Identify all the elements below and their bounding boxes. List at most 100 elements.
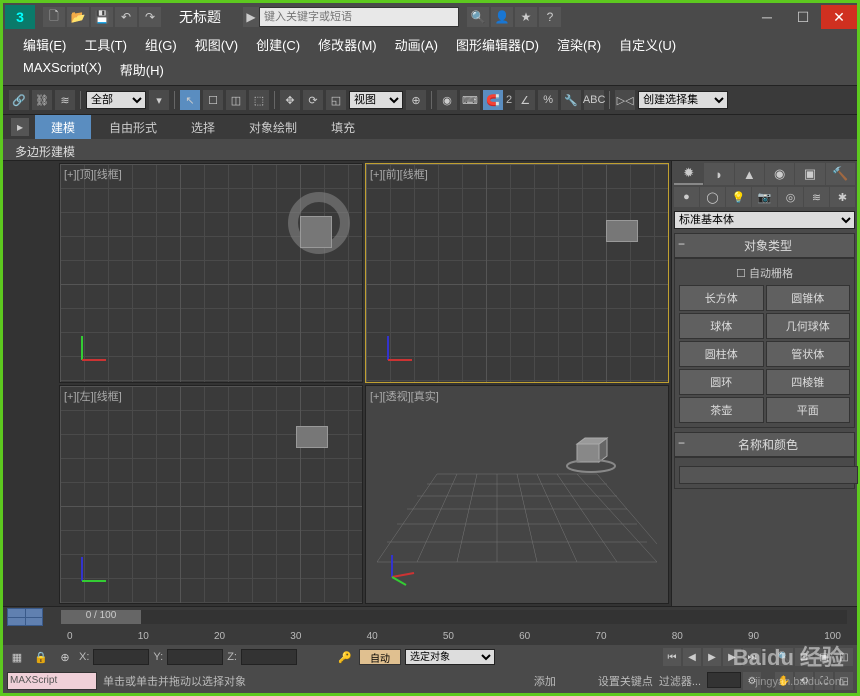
key-filters-button[interactable]: 过滤器... [659, 673, 701, 689]
obj-sphere-button[interactable]: 球体 [679, 313, 764, 339]
menu-grapheditors[interactable]: 图形编辑器(D) [456, 35, 539, 54]
orbit-icon[interactable]: ⟲ [795, 672, 813, 690]
app-icon[interactable]: 3 [5, 5, 35, 29]
open-file-icon[interactable]: 📂 [67, 7, 89, 27]
set-keypoint-button[interactable]: 设置关键点 [598, 673, 653, 689]
zoom-all-icon[interactable]: ⊡ [795, 648, 813, 666]
tab-selection[interactable]: 选择 [175, 115, 231, 140]
category-select[interactable]: 标准基本体 [674, 211, 855, 229]
modify-tab-icon[interactable]: ◗ [704, 163, 733, 185]
cameras-icon[interactable]: 📷 [752, 187, 777, 207]
bind-icon[interactable]: ≋ [55, 90, 75, 110]
lock-icon[interactable]: 🔒 [31, 647, 51, 667]
isolate-icon[interactable]: ▦ [7, 647, 27, 667]
snap-axis-icon[interactable]: ⊕ [55, 647, 75, 667]
tab-freeform[interactable]: 自由形式 [93, 115, 173, 140]
keyboard-icon[interactable]: ⌨ [460, 90, 480, 110]
menu-help[interactable]: 帮助(H) [120, 60, 164, 79]
tab-populate[interactable]: 填充 [315, 115, 371, 140]
spacewarps-icon[interactable]: ≋ [804, 187, 829, 207]
create-tab-icon[interactable]: ✹ [674, 163, 703, 185]
obj-box-button[interactable]: 长方体 [679, 285, 764, 311]
edit-named-icon[interactable]: ABC [584, 90, 604, 110]
obj-tube-button[interactable]: 管状体 [766, 341, 851, 367]
pan-icon[interactable]: ✋ [775, 672, 793, 690]
viewport-perspective[interactable]: [+][透视][真实] [365, 385, 669, 605]
snap-toggle-icon[interactable]: 🧲 [483, 90, 503, 110]
min-max-icon[interactable]: ◲ [835, 672, 853, 690]
menu-edit[interactable]: 编辑(E) [23, 35, 66, 54]
systems-icon[interactable]: ✱ [830, 187, 855, 207]
maximize-button[interactable]: ☐ [785, 5, 821, 29]
obj-cone-button[interactable]: 圆锥体 [766, 285, 851, 311]
shapes-icon[interactable]: ◯ [700, 187, 725, 207]
pivot-icon[interactable]: ⊕ [406, 90, 426, 110]
select-object-icon[interactable]: ↖ [180, 90, 200, 110]
undo-icon[interactable]: ↶ [115, 7, 137, 27]
search-input[interactable] [259, 7, 459, 27]
menu-rendering[interactable]: 渲染(R) [557, 35, 601, 54]
login-icon[interactable]: 👤 [491, 7, 513, 27]
percent-snap-icon[interactable]: % [538, 90, 558, 110]
goto-end-icon[interactable]: ⏭ [743, 648, 761, 666]
rollout-name-color[interactable]: −名称和颜色 [674, 432, 855, 457]
menu-view[interactable]: 视图(V) [195, 35, 238, 54]
obj-torus-button[interactable]: 圆环 [679, 369, 764, 395]
display-tab-icon[interactable]: ▣ [795, 163, 824, 185]
menu-group[interactable]: 组(G) [145, 35, 177, 54]
favorites-icon[interactable]: ★ [515, 7, 537, 27]
menu-modifiers[interactable]: 修改器(M) [318, 35, 377, 54]
add-timetag[interactable]: 添加 [534, 673, 556, 689]
viewport-top[interactable]: [+][顶][线框] [59, 163, 363, 383]
zoom-icon[interactable]: 🔍 [775, 648, 793, 666]
obj-cylinder-button[interactable]: 圆柱体 [679, 341, 764, 367]
fov-icon[interactable]: ◫ [835, 648, 853, 666]
time-config-icon[interactable]: ⚙ [743, 672, 761, 690]
select-name-icon[interactable]: ☐ [203, 90, 223, 110]
z-input[interactable] [241, 649, 297, 665]
obj-geosphere-button[interactable]: 几何球体 [766, 313, 851, 339]
new-file-icon[interactable]: 🗋 [43, 7, 65, 27]
menu-tools[interactable]: 工具(T) [84, 35, 127, 54]
scale-icon[interactable]: ◱ [326, 90, 346, 110]
y-input[interactable] [167, 649, 223, 665]
lights-icon[interactable]: 💡 [726, 187, 751, 207]
time-slider[interactable]: 0 / 100 [61, 610, 847, 624]
auto-key-button[interactable]: 自动 [359, 649, 401, 665]
link-icon[interactable]: 🔗 [9, 90, 29, 110]
menu-maxscript[interactable]: MAXScript(X) [23, 60, 102, 79]
coord-system-select[interactable]: 视图 [349, 91, 403, 109]
auto-grid-checkbox[interactable]: ☐ 自动栅格 [679, 263, 850, 283]
selection-set-select[interactable]: 创建选择集 [638, 91, 728, 109]
minimize-button[interactable]: ─ [749, 5, 785, 29]
filter-icon[interactable]: ▾ [149, 90, 169, 110]
current-frame-input[interactable] [707, 672, 741, 688]
utilities-tab-icon[interactable]: 🔨 [826, 163, 855, 185]
play-icon[interactable]: ▶ [703, 648, 721, 666]
search-go-icon[interactable]: ▶ [243, 7, 259, 27]
rollout-object-type[interactable]: −对象类型 [674, 233, 855, 258]
helpers-icon[interactable]: ◎ [778, 187, 803, 207]
motion-tab-icon[interactable]: ◉ [765, 163, 794, 185]
viewport-layout-button[interactable] [7, 608, 43, 626]
mirror-icon[interactable]: ▷◁ [615, 90, 635, 110]
help-icon[interactable]: ? [539, 7, 561, 27]
ribbon-expand-icon[interactable]: ▸ [11, 118, 29, 136]
x-input[interactable] [93, 649, 149, 665]
selection-scope-select[interactable]: 全部 [86, 91, 146, 109]
window-crossing-icon[interactable]: ⬚ [249, 90, 269, 110]
unlink-icon[interactable]: ⛓ [32, 90, 52, 110]
menu-animation[interactable]: 动画(A) [395, 35, 438, 54]
rotate-icon[interactable]: ⟳ [303, 90, 323, 110]
maxscript-listener[interactable]: MAXScript [7, 672, 97, 690]
menu-create[interactable]: 创建(C) [256, 35, 300, 54]
geometry-icon[interactable]: ● [674, 187, 699, 207]
spinner-snap-icon[interactable]: 🔧 [561, 90, 581, 110]
key-icon[interactable]: 🔑 [335, 647, 355, 667]
object-name-input[interactable] [679, 466, 858, 484]
move-icon[interactable]: ✥ [280, 90, 300, 110]
obj-pyramid-button[interactable]: 四棱锥 [766, 369, 851, 395]
obj-teapot-button[interactable]: 茶壶 [679, 397, 764, 423]
save-icon[interactable]: 💾 [91, 7, 113, 27]
viewport-left[interactable]: [+][左][线框] [59, 385, 363, 605]
